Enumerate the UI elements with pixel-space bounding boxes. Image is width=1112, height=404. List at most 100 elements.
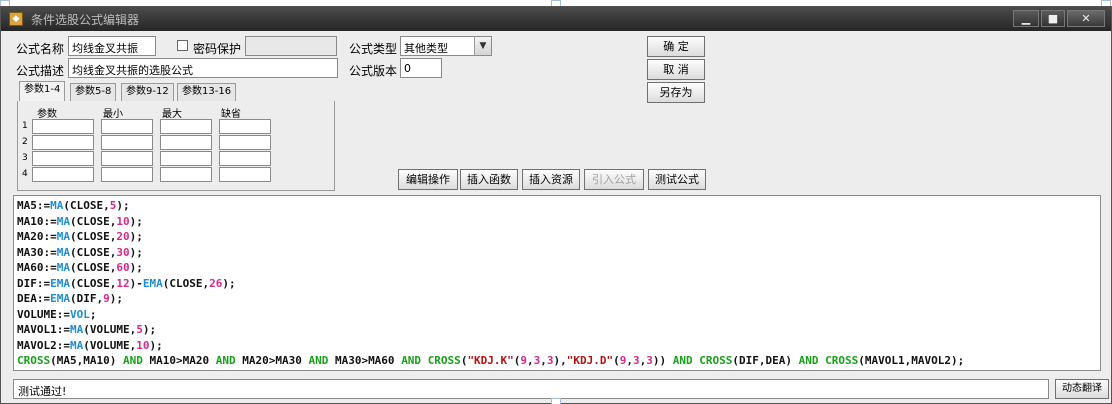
code-operator: (MA5,MA10) (50, 354, 123, 367)
code-number: 10 (136, 338, 150, 352)
window-title: 条件选股公式编辑器 (31, 13, 140, 27)
param-cell[interactable] (160, 151, 212, 166)
test-formula-button[interactable]: 测试公式 (648, 169, 706, 190)
code-operator: (DIF,DEA) (732, 354, 799, 367)
param-cell[interactable] (32, 151, 94, 166)
code-number: 3 (646, 354, 653, 367)
chevron-down-icon[interactable]: ▼ (474, 37, 491, 55)
code-line[interactable]: VOLUME:=VOL; (17, 307, 1097, 323)
password-input[interactable] (245, 36, 337, 56)
code-operator: , (527, 354, 534, 367)
code-operator: )) (652, 354, 673, 367)
code-operator: ; (89, 307, 97, 321)
param-cell[interactable] (219, 119, 271, 134)
code-function: MA (56, 261, 70, 274)
param-header-min: 最小 (103, 109, 123, 120)
param-cell[interactable] (32, 135, 94, 150)
code-operator: )- (129, 276, 143, 290)
code-function: MA (69, 323, 84, 336)
tab-params-5-8[interactable]: 参数5-8 (70, 83, 117, 101)
minimize-button[interactable]: ▁ (1013, 10, 1039, 27)
code-function: MA (56, 230, 70, 243)
code-number: 9 (103, 292, 110, 305)
code-line[interactable]: DIF:=EMA(CLOSE,12)-EMA(CLOSE,26); (17, 276, 1097, 292)
code-operator: (MAVOL1,MAVOL2); (858, 354, 965, 367)
param-cell[interactable] (160, 167, 212, 182)
ok-button[interactable]: 确 定 (647, 36, 705, 57)
dynamic-translate-button[interactable]: 动态翻译 (1055, 379, 1109, 399)
formula-name-input[interactable]: 均线金叉共振 (68, 36, 156, 56)
insert-function-button[interactable]: 插入函数 (460, 169, 518, 190)
param-cell[interactable] (101, 151, 153, 166)
code-line[interactable]: MA5:=MA(CLOSE,5); (17, 198, 1097, 214)
code-identifier: CLOSE, (169, 276, 210, 290)
code-operator: ( (63, 199, 70, 212)
code-operator: ); (129, 214, 143, 228)
code-line[interactable]: MA30:=MA(CLOSE,30); (17, 245, 1097, 261)
param-cell[interactable] (101, 119, 153, 134)
code-keyword: AND (122, 354, 143, 367)
cancel-button[interactable]: 取 消 (647, 59, 705, 80)
code-line[interactable]: MAVOL2:=MA(VOLUME,10); (17, 338, 1097, 354)
code-line[interactable]: DEA:=EMA(DIF,9); (17, 291, 1097, 307)
code-number: 60 (116, 261, 130, 274)
code-function: EMA (142, 276, 163, 290)
maximize-button[interactable]: ■ (1041, 10, 1065, 27)
param-cell[interactable] (219, 151, 271, 166)
formula-version-input[interactable]: 0 (400, 58, 442, 78)
code-keyword: CROSS (17, 354, 51, 367)
code-identifier: CLOSE, (76, 230, 117, 243)
formula-code-editor[interactable]: MA5:=MA(CLOSE,5); MA10:=MA(CLOSE,10); MA20… (13, 195, 1101, 371)
param-cell[interactable] (101, 167, 153, 182)
formula-type-select[interactable]: 其他类型 ▼ (400, 36, 492, 56)
formula-desc-input[interactable]: 均线金叉共振的选股公式 (68, 58, 338, 78)
password-protect-checkbox[interactable] (177, 40, 188, 51)
insert-resource-button[interactable]: 插入资源 (522, 169, 580, 190)
tab-params-9-12[interactable]: 参数9-12 (121, 83, 174, 101)
import-formula-button[interactable]: 引入公式 (584, 169, 644, 190)
code-line[interactable]: MA20:=MA(CLOSE,20); (17, 229, 1097, 245)
code-number: 3 (546, 354, 554, 367)
code-line[interactable]: MA10:=MA(CLOSE,10); (17, 214, 1097, 230)
tab-params-13-16[interactable]: 参数13-16 (177, 83, 237, 101)
param-cell[interactable] (32, 119, 94, 134)
save-as-button[interactable]: 另存为 (647, 82, 705, 103)
edit-operation-button[interactable]: 编辑操作 (398, 169, 458, 190)
formula-name-label: 公式名称 (16, 42, 65, 56)
param-cell[interactable] (219, 167, 271, 182)
code-identifier: MA60:= (17, 261, 57, 274)
param-cell[interactable] (101, 135, 153, 150)
code-number: 10 (116, 214, 130, 228)
title-bar[interactable]: ◆ 条件选股公式编辑器 ▁ ■ ✕ (1, 7, 1111, 31)
param-cell[interactable] (160, 135, 212, 150)
tab-params-1-4[interactable]: 参数1-4 (19, 81, 66, 101)
code-line[interactable]: MA60:=MA(CLOSE,60); (17, 260, 1097, 276)
code-keyword: CROSS (427, 354, 461, 367)
code-operator: ); (109, 292, 123, 305)
param-row-number: 2 (22, 137, 28, 147)
param-cell[interactable] (32, 167, 94, 182)
code-identifier: MA20:= (17, 230, 57, 243)
code-operator: , (540, 354, 547, 367)
code-operator: ); (222, 276, 236, 290)
code-identifier: CLOSE, (70, 199, 110, 212)
close-button[interactable]: ✕ (1067, 10, 1105, 27)
code-operator: ); (149, 338, 163, 352)
code-identifier: VOLUME, (89, 338, 137, 352)
code-number: 26 (209, 276, 223, 290)
param-cell[interactable] (219, 135, 271, 150)
code-keyword: AND (798, 354, 819, 367)
code-number: 3 (633, 354, 640, 367)
code-line[interactable]: CROSS(MA5,MA10) AND MA10>MA20 AND MA20>M… (17, 353, 1097, 369)
code-function: MA (56, 214, 70, 228)
resize-handle-bottom-center[interactable] (551, 398, 561, 404)
formula-version-label: 公式版本 (349, 64, 398, 78)
code-identifier: DIF:= (17, 276, 51, 290)
param-cell[interactable] (160, 119, 212, 134)
code-number: 20 (116, 230, 130, 243)
code-line[interactable]: MAVOL1:=MA(VOLUME,5); (17, 322, 1097, 338)
param-row-number: 1 (22, 121, 28, 131)
code-operator: ( (70, 276, 77, 290)
code-keyword: AND (308, 354, 329, 367)
param-header-default: 缺省 (221, 109, 241, 120)
